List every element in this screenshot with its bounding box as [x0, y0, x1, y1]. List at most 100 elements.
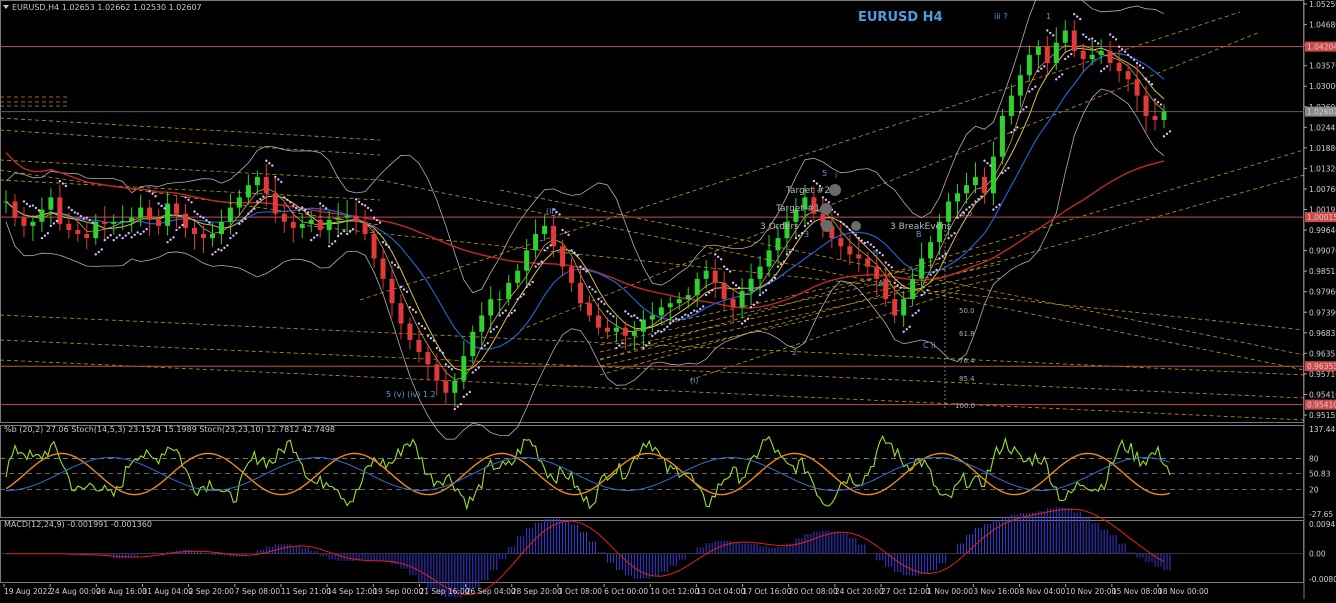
psar-dot: [67, 206, 71, 209]
oscillator-label: %b (20,2) 27.06 Stoch(14,5,3) 23.1524 15…: [4, 425, 335, 434]
candle-body: [21, 217, 27, 226]
fib-618-label: 61.8: [959, 330, 975, 338]
psar-dot: [1099, 69, 1103, 73]
psar-dot: [49, 224, 53, 228]
macd-tick-label: 0.00: [1309, 550, 1326, 559]
target-2-marker[interactable]: [829, 184, 841, 196]
fib-100-label: 100.0: [955, 402, 975, 410]
candle-body: [685, 295, 691, 300]
price-axis[interactable]: 1.052501.046801.042501.035701.030001.026…: [1304, 0, 1336, 420]
wave-i-paren-label: (i): [690, 376, 698, 385]
psar-dot: [612, 315, 615, 318]
psar-dot: [669, 322, 672, 325]
candle-body: [649, 315, 655, 320]
wave-i-label: i: [835, 171, 837, 180]
psar-dot: [259, 197, 262, 201]
psar-dot: [262, 195, 265, 198]
psar-dot: [43, 234, 47, 237]
psar-dot: [321, 204, 325, 208]
price-tick-label: 1.04680: [1309, 21, 1336, 30]
psar-dot: [791, 248, 795, 251]
psar-dot: [600, 300, 603, 303]
psar-dot: [992, 208, 995, 211]
psar-dot: [917, 309, 920, 312]
candle-body: [1080, 50, 1086, 59]
candle-body: [1152, 115, 1158, 121]
psar-dot: [1034, 85, 1037, 88]
psar-dot: [648, 341, 651, 345]
orders-marker[interactable]: [821, 220, 833, 232]
psar-dot: [127, 232, 130, 235]
psar-dot: [953, 232, 956, 235]
candle-body: [901, 299, 907, 316]
psar-dot: [450, 367, 454, 371]
psar-dot: [510, 311, 513, 315]
psar-dot: [483, 344, 486, 347]
time-tick-label: 20 Oct 08:00: [789, 587, 838, 596]
psar-dot: [785, 253, 789, 256]
candle-body: [452, 380, 458, 393]
psar-dot: [585, 270, 588, 273]
psar-dot: [878, 251, 881, 254]
candle-body: [515, 270, 521, 283]
wave-a-label: A: [878, 279, 884, 288]
psar-dot: [232, 234, 235, 237]
candle-body: [93, 221, 99, 239]
psar-dot: [363, 204, 367, 207]
breakeven-marker[interactable]: [851, 221, 861, 231]
psar-dot: [229, 236, 232, 240]
psar-dot: [980, 195, 983, 198]
osc-tick-label: 137.44: [1309, 425, 1335, 434]
psar-dot: [950, 234, 953, 237]
psar-dot: [767, 281, 771, 285]
psar-dot: [411, 308, 415, 311]
time-tick-label: 2 Sep 20:00: [189, 587, 235, 596]
psar-dot: [1159, 103, 1163, 106]
target-1-marker[interactable]: [820, 203, 832, 215]
psar-dot: [112, 238, 115, 242]
psar-dot: [983, 159, 986, 162]
price-tick-label: 1.03000: [1309, 82, 1336, 91]
psar-dot: [1156, 100, 1160, 104]
psar-dot: [974, 200, 977, 203]
psar-dot: [1105, 65, 1109, 68]
candle-body: [461, 356, 467, 381]
symbol-info: EURUSD,H4 1.02653 1.02662 1.02530 1.0260…: [12, 3, 202, 12]
psar-dot: [824, 198, 828, 202]
psar-dot: [28, 205, 32, 208]
price-tick-label: 0.95155: [1309, 411, 1336, 420]
candle-body: [39, 209, 45, 222]
psar-dot: [145, 227, 148, 231]
psar-dot: [423, 327, 427, 330]
chart-root[interactable]: EURUSD,H4 1.02653 1.02662 1.02530 1.0260…: [0, 0, 1336, 599]
psar-dot: [100, 248, 103, 251]
psar-dot: [265, 159, 268, 162]
psar-dot: [833, 210, 837, 214]
psar-dot: [935, 268, 938, 272]
psar-dot: [61, 182, 65, 185]
psar-dot: [642, 346, 645, 350]
psar-dot: [76, 212, 80, 215]
psar-dot: [848, 228, 852, 232]
psar-dot: [522, 293, 525, 296]
candle-body: [928, 242, 934, 259]
osc-tick-label: -27.65: [1309, 510, 1333, 519]
psar-dot: [1168, 130, 1172, 133]
psar-dot: [531, 280, 534, 284]
time-tick-label: 27 Oct 12:00: [881, 587, 930, 596]
price-tick-label: 0.96835: [1309, 329, 1336, 338]
psar-dot: [1150, 83, 1154, 86]
candle-body: [497, 299, 503, 301]
psar-dot: [776, 265, 780, 268]
psar-dot: [477, 366, 480, 369]
candle-body: [1089, 54, 1095, 59]
psar-dot: [857, 236, 860, 240]
chart-svg[interactable]: EURUSD,H4 1.02653 1.02662 1.02530 1.0260…: [0, 0, 1336, 599]
psar-dot: [37, 209, 41, 212]
psar-dot: [579, 265, 582, 268]
price-highlight-label: 1.04204: [1307, 43, 1336, 52]
psar-dot: [345, 232, 349, 236]
candle-body: [1017, 75, 1023, 96]
candle-body: [236, 197, 242, 208]
wave-ii-label: ii: [931, 341, 935, 350]
